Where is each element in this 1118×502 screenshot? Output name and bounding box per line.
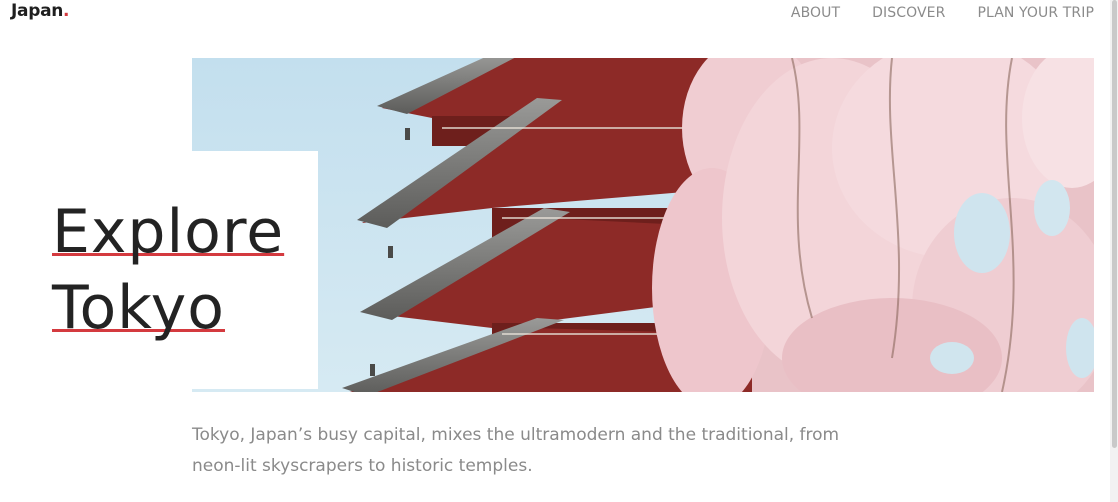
nav-discover[interactable]: DISCOVER <box>872 5 945 21</box>
brand-dot: . <box>63 1 70 21</box>
pagoda-blossom-illustration <box>192 58 1094 392</box>
brand-name: Japan <box>11 1 64 21</box>
brand-logo[interactable]: Japan. <box>11 1 70 21</box>
scrollbar-thumb[interactable] <box>1112 0 1117 448</box>
hero-title: Explore Tokyo <box>52 194 284 346</box>
page: Japan. ABOUT DISCOVER PLAN YOUR TRIP Exp… <box>0 0 1118 502</box>
hero-title-line-1: Explore <box>52 197 285 267</box>
hero-title-line-2: Tokyo <box>52 273 225 343</box>
hero-image <box>192 58 1094 392</box>
nav-plan-your-trip[interactable]: PLAN YOUR TRIP <box>977 5 1094 21</box>
main-nav: ABOUT DISCOVER PLAN YOUR TRIP <box>791 5 1094 21</box>
scrollbar[interactable] <box>1110 0 1118 502</box>
nav-about[interactable]: ABOUT <box>791 5 840 21</box>
cherry-blossoms <box>652 58 1094 392</box>
hero-description: Tokyo, Japan’s busy capital, mixes the u… <box>192 425 840 476</box>
